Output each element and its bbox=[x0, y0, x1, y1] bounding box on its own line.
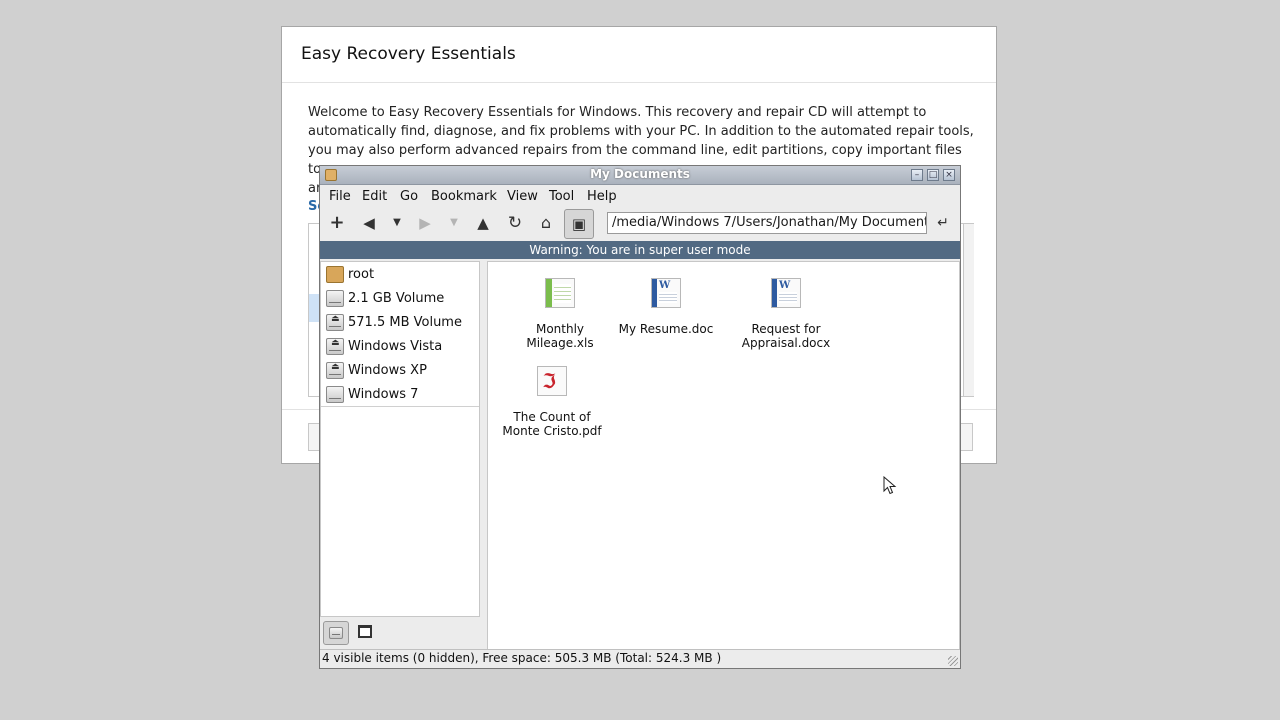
eject-drive-icon[interactable]: ⏏ bbox=[326, 362, 344, 379]
status-text: 4 visible items (0 hidden), Free space: … bbox=[322, 651, 722, 665]
sidebar-item-root[interactable]: root bbox=[325, 264, 475, 286]
places-sidebar: root 2.1 GB Volume ⏏ 571.5 MB Volume ⏏ W… bbox=[320, 261, 480, 617]
file-item[interactable]: ℑ The Count of Monte Cristo.pdf bbox=[492, 366, 612, 438]
menu-tool[interactable]: Tool bbox=[549, 189, 574, 204]
eject-drive-icon[interactable]: ⏏ bbox=[326, 314, 344, 331]
go-icon[interactable]: ↵ bbox=[932, 212, 954, 234]
tree-view-icon[interactable] bbox=[358, 625, 372, 638]
menu-edit[interactable]: Edit bbox=[362, 189, 387, 204]
up-icon[interactable]: ▲ bbox=[472, 212, 494, 234]
sidebar-item-label: Windows XP bbox=[348, 363, 427, 378]
sidebar-item-windows-vista[interactable]: ⏏ Windows Vista bbox=[325, 336, 475, 358]
sidebar-item-2-1-gb-volume[interactable]: 2.1 GB Volume bbox=[325, 288, 475, 310]
new-tab-icon[interactable]: + bbox=[326, 212, 348, 234]
divider bbox=[282, 82, 996, 83]
dialog-title: Easy Recovery Essentials bbox=[301, 44, 516, 64]
drive-icon bbox=[326, 290, 344, 307]
intro-line: Welcome to Easy Recovery Essentials for … bbox=[308, 105, 927, 120]
file-item[interactable]: Monthly Mileage.xls bbox=[500, 278, 620, 350]
menu-file[interactable]: File bbox=[329, 189, 351, 204]
close-button[interactable]: × bbox=[943, 169, 955, 181]
drive-icon bbox=[326, 386, 344, 403]
drive-icon bbox=[329, 627, 343, 639]
window-title: My Documents bbox=[590, 167, 690, 181]
forward-icon[interactable]: ▶ bbox=[414, 212, 436, 234]
super-user-warning: Warning: You are in super user mode bbox=[320, 241, 960, 259]
pane-toggle-icon[interactable]: ▣ bbox=[564, 209, 594, 239]
back-icon[interactable]: ◀ bbox=[358, 212, 380, 234]
home-icon[interactable]: ⌂ bbox=[535, 212, 557, 234]
minimize-button[interactable]: – bbox=[911, 169, 923, 181]
file-name: Request for Appraisal.docx bbox=[741, 322, 831, 350]
resize-grip-icon[interactable] bbox=[948, 656, 958, 666]
maximize-button[interactable]: □ bbox=[927, 169, 939, 181]
toolbar: + ◀ ▼ ▶ ▼ ▲ ↻ ⌂ ▣ /media/Windows 7/Users… bbox=[320, 208, 960, 239]
sidebar-mode-bar bbox=[320, 618, 480, 648]
places-view-button[interactable] bbox=[323, 621, 349, 645]
word-document-icon: W bbox=[651, 278, 681, 308]
sidebar-item-label: root bbox=[348, 267, 375, 282]
file-view[interactable]: Monthly Mileage.xls W My Resume.doc W Re… bbox=[487, 261, 960, 650]
pdf-icon: ℑ bbox=[537, 366, 567, 396]
title-bar[interactable]: My Documents – □ × bbox=[320, 166, 960, 185]
back-history-icon[interactable]: ▼ bbox=[391, 212, 403, 234]
sidebar-item-label: Windows 7 bbox=[348, 387, 419, 402]
forward-history-icon[interactable]: ▼ bbox=[448, 212, 460, 234]
sidebar-item-571-5-mb-volume[interactable]: ⏏ 571.5 MB Volume bbox=[325, 312, 475, 334]
menu-bar: File Edit Go Bookmark View Tool Help bbox=[320, 185, 960, 207]
file-name: The Count of Monte Cristo.pdf bbox=[502, 410, 602, 438]
file-name: Monthly Mileage.xls bbox=[526, 322, 594, 350]
sidebar-item-label: 571.5 MB Volume bbox=[348, 315, 462, 330]
menu-go[interactable]: Go bbox=[400, 189, 418, 204]
path-input[interactable]: /media/Windows 7/Users/Jonathan/My Docum… bbox=[607, 212, 927, 234]
menu-view[interactable]: View bbox=[507, 189, 538, 204]
file-name: My Resume.doc bbox=[618, 322, 714, 336]
eject-drive-icon[interactable]: ⏏ bbox=[326, 338, 344, 355]
file-manager-window: My Documents – □ × File Edit Go Bookmark… bbox=[319, 165, 961, 669]
intro-line: automatically find, diagnose, and fix pr… bbox=[308, 124, 974, 139]
sidebar-item-label: 2.1 GB Volume bbox=[348, 291, 445, 306]
sidebar-item-label: Windows Vista bbox=[348, 339, 443, 354]
sidebar-item-windows-xp[interactable]: ⏏ Windows XP bbox=[325, 360, 475, 382]
status-bar: 4 visible items (0 hidden), Free space: … bbox=[320, 649, 960, 668]
home-folder-icon bbox=[326, 266, 344, 283]
file-item[interactable]: W Request for Appraisal.docx bbox=[726, 278, 846, 350]
menu-bookmark[interactable]: Bookmark bbox=[431, 189, 497, 204]
scrollbar[interactable] bbox=[963, 224, 974, 396]
sidebar-item-windows-7[interactable]: Windows 7 bbox=[325, 384, 475, 406]
spreadsheet-icon bbox=[545, 278, 575, 308]
divider bbox=[321, 406, 479, 407]
word-document-icon: W bbox=[771, 278, 801, 308]
reload-icon[interactable]: ↻ bbox=[504, 212, 526, 234]
file-item[interactable]: W My Resume.doc bbox=[606, 278, 726, 336]
menu-help[interactable]: Help bbox=[587, 189, 617, 204]
